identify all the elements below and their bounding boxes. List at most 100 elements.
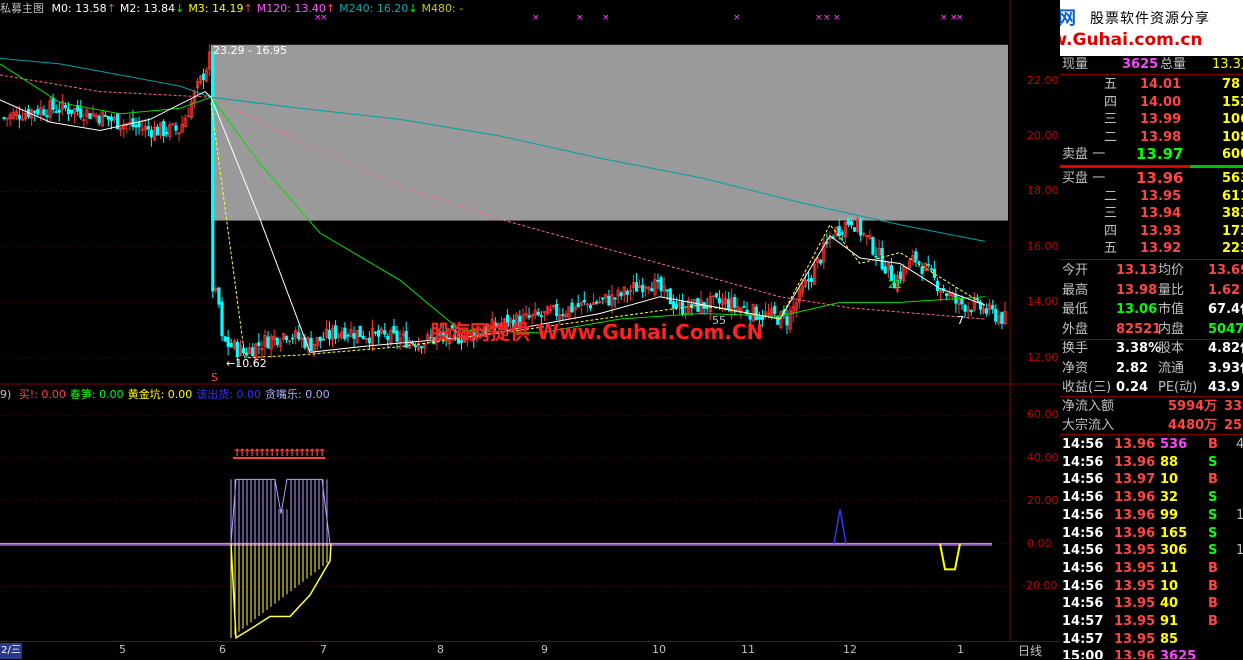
candle-body bbox=[576, 303, 580, 308]
bid-level-label: 四 bbox=[1104, 223, 1118, 239]
ask-level-label: 三 bbox=[1104, 112, 1118, 127]
candle-body bbox=[392, 325, 396, 334]
stat-value: 2.82 bbox=[1116, 360, 1149, 376]
candle-body bbox=[920, 266, 924, 274]
tick-direction: B bbox=[1208, 578, 1218, 594]
candle-body bbox=[134, 124, 138, 128]
total-volume-value: 13.3万 bbox=[1212, 57, 1243, 72]
ask-row: 四 14.00 1537 bbox=[1060, 94, 1243, 111]
panel-separator bbox=[1060, 396, 1243, 397]
candle-body bbox=[641, 284, 645, 293]
tick-time: 14:57 bbox=[1062, 631, 1104, 647]
candle-body bbox=[656, 280, 660, 282]
candle-body bbox=[343, 327, 347, 340]
ask-volume: 78 bbox=[1222, 77, 1241, 92]
candle-body bbox=[852, 227, 857, 232]
candle-body bbox=[45, 115, 49, 118]
ask-price: 13.97 bbox=[1136, 145, 1184, 163]
candle-body bbox=[613, 297, 617, 300]
candle-body bbox=[386, 335, 390, 340]
candle-body bbox=[36, 108, 40, 115]
stat-value: 43.9 bbox=[1208, 380, 1241, 395]
top-signal-marker: × bbox=[956, 13, 964, 23]
candle-body bbox=[69, 109, 74, 114]
indicator-header: 9) 买!: 0.00 春笋: 0.00 黄金坑: 0.00 该出货: 0.00 贪嘴乐… bbox=[0, 386, 1010, 401]
tick-row: 15:00 13.96 3625 bbox=[1060, 648, 1243, 659]
ma-legend: M0: 13.58↑ M2: 13.84↓ M3: 14.19↑ M120: 13.4… bbox=[52, 2, 468, 15]
ask-price: 13.98 bbox=[1140, 129, 1182, 145]
tick-row: 14:56 13.95 306 S 1 bbox=[1060, 542, 1243, 559]
candle-body bbox=[634, 282, 639, 292]
logo-url: www.Guhai.com.cn bbox=[1060, 30, 1203, 50]
ask-price: 13.99 bbox=[1140, 112, 1182, 127]
top-signal-marker: × bbox=[733, 13, 741, 23]
candle-body bbox=[668, 288, 672, 305]
candle-body bbox=[914, 251, 918, 261]
candle-body bbox=[874, 255, 878, 258]
candle-body bbox=[809, 277, 814, 282]
tick-price: 13.95 bbox=[1114, 631, 1156, 647]
stat-label: 最低 bbox=[1062, 302, 1089, 317]
flow-ratio: 33% bbox=[1224, 399, 1243, 414]
candle-body bbox=[257, 342, 261, 346]
tick-price: 13.96 bbox=[1114, 507, 1156, 523]
indicator-legend-item: 买!: 0.00 bbox=[18, 388, 66, 401]
indicator-y-tick: 60.00 bbox=[1027, 408, 1059, 422]
candle-body bbox=[2, 117, 6, 119]
main-y-tick: 12.00 bbox=[1027, 350, 1059, 364]
bid-price: 13.96 bbox=[1136, 169, 1184, 187]
stat-label: 收益(三) bbox=[1062, 380, 1112, 395]
main-y-tick: 20.00 bbox=[1027, 129, 1059, 142]
candle-body bbox=[714, 293, 718, 298]
candle-body bbox=[352, 333, 356, 339]
top-signal-marker: × bbox=[815, 13, 823, 23]
stat-value: 13.98 bbox=[1116, 282, 1158, 298]
tick-row: 14:56 13.96 32 S bbox=[1060, 489, 1243, 506]
stat-value: 67.4亿 bbox=[1208, 302, 1243, 317]
indicator-legend-item: 贪嘴乐: 0.00 bbox=[265, 388, 330, 401]
candle-body bbox=[66, 108, 71, 115]
indicator-y-tick: -20.00 bbox=[1022, 579, 1058, 593]
candle-body bbox=[659, 277, 663, 292]
bid-volume: 223 bbox=[1222, 241, 1243, 256]
ma-trend-arrow: ↑ bbox=[106, 2, 116, 15]
candle-body bbox=[383, 330, 387, 335]
candle-body bbox=[570, 302, 574, 313]
logo-brand: 股海网 bbox=[1060, 8, 1076, 29]
period-tab[interactable]: 日线 bbox=[1018, 642, 1042, 659]
stat-row: 今开 13.13均价 13.69 bbox=[1060, 262, 1243, 279]
candle-body bbox=[1000, 312, 1004, 324]
candle-body bbox=[377, 330, 381, 337]
candle-body bbox=[88, 113, 92, 120]
candle-body bbox=[555, 304, 559, 316]
bid-level-label: 五 bbox=[1104, 241, 1118, 256]
candle-body bbox=[419, 346, 424, 349]
candle-body bbox=[963, 304, 967, 312]
tick-volume: 88 bbox=[1160, 454, 1179, 470]
candle-body bbox=[742, 306, 746, 308]
candle-body bbox=[625, 290, 629, 295]
candle-body bbox=[244, 352, 249, 356]
page-indicator[interactable]: 2/三 bbox=[0, 643, 22, 659]
tick-direction: B bbox=[1208, 596, 1218, 612]
main-chart-title: 私募主图 bbox=[0, 2, 44, 15]
candle-body bbox=[297, 332, 301, 340]
flow-label: 净流入额 bbox=[1062, 399, 1115, 414]
tick-count: 1 bbox=[1236, 543, 1243, 559]
stat-label: 外盘 bbox=[1062, 321, 1089, 337]
candle-body bbox=[883, 266, 887, 274]
tick-count: 4 bbox=[1236, 437, 1243, 452]
ask-volume: 600 bbox=[1222, 147, 1243, 162]
stat-value: 13.06 bbox=[1116, 302, 1158, 317]
bid-volume: 611 bbox=[1222, 188, 1243, 204]
candle-body bbox=[404, 330, 408, 348]
tick-direction: B bbox=[1208, 560, 1218, 576]
stat-label: PE(动) bbox=[1158, 380, 1198, 395]
ask-row: 二 13.98 1080 bbox=[1060, 129, 1243, 146]
candle-body bbox=[926, 264, 930, 266]
tick-price: 13.95 bbox=[1114, 578, 1156, 594]
candle-body bbox=[696, 298, 700, 312]
box-range-label: 23.29 - 16.95 bbox=[213, 44, 287, 57]
candle-body bbox=[849, 221, 854, 226]
top-signal-marker: × bbox=[940, 13, 948, 23]
